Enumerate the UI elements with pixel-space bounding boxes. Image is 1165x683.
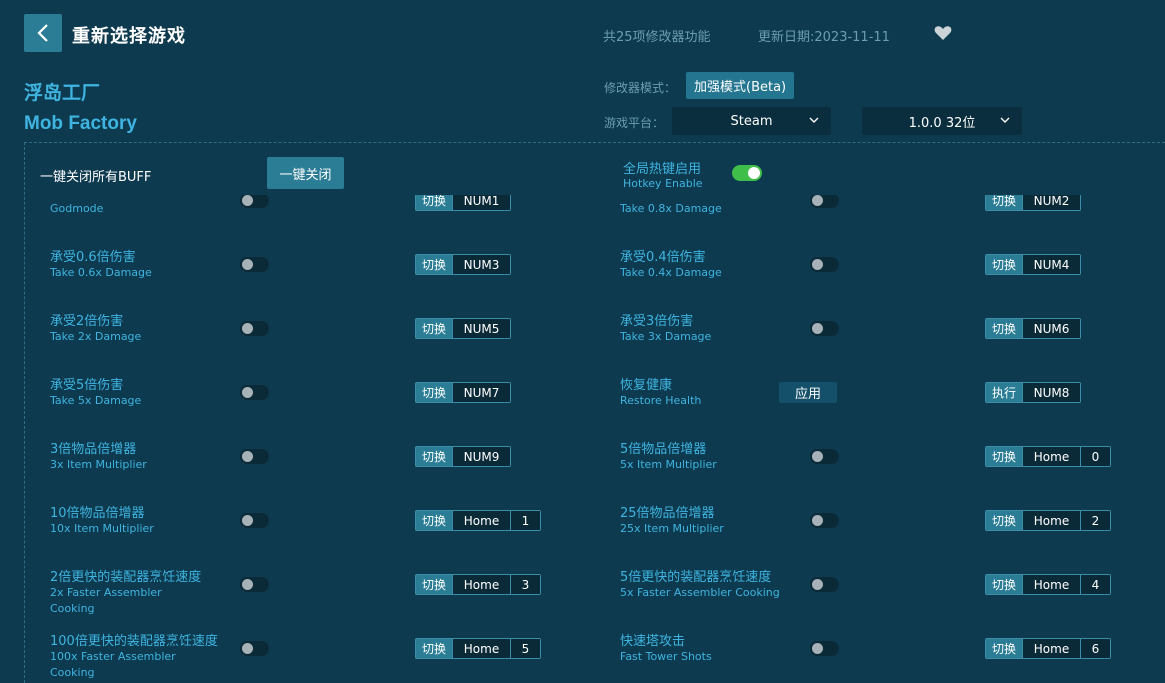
- option-name-cn: 承受2倍伤害: [50, 314, 124, 329]
- option-row: 承受2倍伤害 Take 2x Damage 切换 NUM5: [25, 264, 595, 343]
- option-row: 3倍物品倍增器 3x Item Multiplier 切换 NUM9: [25, 392, 595, 471]
- option-row: 承受3倍伤害 Take 3x Damage 切换 NUM6: [595, 264, 1165, 343]
- hotkey-label-cn: 全局热键启用: [623, 162, 702, 177]
- platform-select[interactable]: Steam: [672, 107, 831, 135]
- feature-count: 共25项修改器功能: [603, 30, 711, 45]
- option-name-cn: 10倍物品倍增器: [50, 506, 145, 521]
- version-value: 1.0.0 32位: [908, 115, 976, 131]
- platform-label: 游戏平台：: [604, 116, 665, 130]
- option-name-en: 100x Faster Assembler Cooking: [50, 650, 176, 679]
- one-key-label: 一键关闭所有BUFF: [40, 170, 152, 185]
- option-row: 10倍物品倍增器 10x Item Multiplier 切换 Home 1: [25, 456, 595, 535]
- toggle-knob: [748, 167, 760, 179]
- mode-label: 修改器模式：: [604, 81, 677, 95]
- chevron-down-icon: [1000, 117, 1010, 123]
- option-name-cn: 快速塔攻击: [620, 634, 686, 649]
- option-name-cn: 2倍更快的装配器烹饪速度: [50, 570, 202, 585]
- hotkey-key: 5: [510, 639, 540, 658]
- option-row: 快速塔攻击 Fast Tower Shots 切换 Home 6: [595, 584, 1165, 663]
- platform-value: Steam: [730, 113, 773, 129]
- options-list: Godmode 切换 NUM1 Take 0.8x Damage 切换 NUM2 承受0.6…: [25, 195, 1165, 683]
- option-name-cn: 3倍物品倍增器: [50, 442, 137, 457]
- option-row: 承受0.6倍伤害 Take 0.6x Damage 切换 NUM3: [25, 200, 595, 279]
- option-row: 承受0.4倍伤害 Take 0.4x Damage 切换 NUM4: [595, 200, 1165, 279]
- hotkey-binding[interactable]: 切换 Home 5: [415, 638, 541, 659]
- one-key-close-button[interactable]: 一键关闭: [267, 157, 344, 189]
- option-row: 2倍更快的装配器烹饪速度 2x Faster Assembler Cooking 切…: [25, 520, 595, 615]
- hotkey-key: 6: [1080, 639, 1110, 658]
- option-name-cn: 承受0.4倍伤害: [620, 250, 706, 265]
- hotkey-action-label: 切换: [416, 639, 452, 658]
- hotkey-key: Home: [452, 639, 510, 658]
- option-name-cn: 承受3倍伤害: [620, 314, 694, 329]
- option-row: 承受5倍伤害 Take 5x Damage 切换 NUM7: [25, 328, 595, 407]
- option-name-cn: 5倍更快的装配器烹饪速度: [620, 570, 772, 585]
- update-date: 更新日期:2023-11-11: [758, 30, 890, 45]
- hotkey-action-label: 切换: [986, 639, 1022, 658]
- option-name-cn: 恢复健康: [620, 378, 673, 393]
- game-title-en: Mob Factory: [24, 113, 137, 134]
- page-title: 重新选择游戏: [72, 26, 186, 47]
- option-row: 5倍更快的装配器烹饪速度 5x Faster Assembler Cooking 切…: [595, 520, 1165, 599]
- chevron-down-icon: [809, 117, 819, 123]
- hotkey-enable-toggle[interactable]: [732, 165, 762, 181]
- option-name-cn: 承受0.6倍伤害: [50, 250, 136, 265]
- back-button[interactable]: [24, 14, 62, 52]
- hotkey-key: Home: [1022, 639, 1080, 658]
- heart-icon[interactable]: [934, 25, 952, 41]
- option-name-cn: 承受5倍伤害: [50, 378, 124, 393]
- option-row: 恢复健康 Restore Health 应用 执行 NUM8: [595, 328, 1165, 407]
- option-row: 100倍更快的装配器烹饪速度 100x Faster Assembler Cook…: [25, 584, 595, 679]
- option-row: 25倍物品倍增器 25x Item Multiplier 切换 Home 2: [595, 456, 1165, 535]
- toggle-knob: [242, 643, 253, 654]
- option-name-en: Fast Tower Shots: [620, 650, 712, 663]
- option-name-cn: 25倍物品倍增器: [620, 506, 715, 521]
- hotkey-binding[interactable]: 切换 Home 6: [985, 638, 1111, 659]
- toggle-knob: [812, 643, 823, 654]
- version-select[interactable]: 1.0.0 32位: [862, 107, 1022, 135]
- chevron-left-icon: [37, 24, 48, 42]
- hotkey-label-en: Hotkey Enable: [623, 177, 703, 190]
- game-title-cn: 浮岛工厂: [24, 82, 101, 104]
- mode-button[interactable]: 加强模式(Beta): [686, 72, 795, 99]
- option-name-cn: 100倍更快的装配器烹饪速度: [50, 634, 218, 649]
- option-toggle[interactable]: [240, 641, 269, 656]
- option-row: 5倍物品倍增器 5x Item Multiplier 切换 Home 0: [595, 392, 1165, 471]
- trainer-window: 重新选择游戏 共25项修改器功能 更新日期:2023-11-11 浮岛工厂 Mo…: [0, 0, 1165, 683]
- option-toggle[interactable]: [810, 641, 839, 656]
- option-name-cn: 5倍物品倍增器: [620, 442, 707, 457]
